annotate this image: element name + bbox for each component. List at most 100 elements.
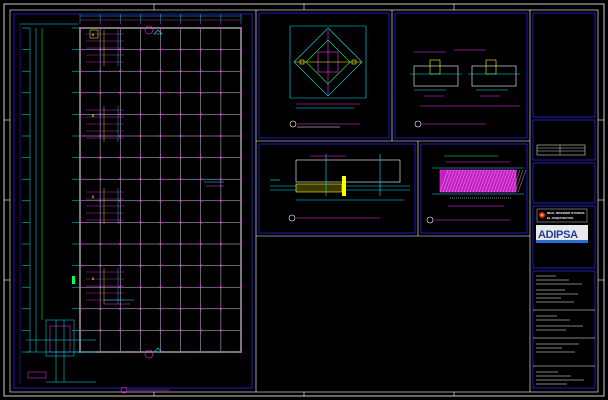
column-node (139, 27, 142, 29)
plan-mark-4: B (92, 277, 94, 281)
column-node (219, 264, 222, 267)
column-node (219, 351, 222, 353)
column-node (99, 243, 102, 245)
column-node (139, 221, 142, 224)
column-node (139, 264, 142, 267)
column-node (119, 243, 122, 245)
column-node (199, 221, 202, 224)
column-node (99, 48, 102, 51)
column-node (179, 264, 182, 267)
column-node (179, 221, 182, 224)
column-node (199, 27, 202, 29)
column-node (219, 70, 222, 73)
column-node (240, 27, 242, 29)
column-node (119, 113, 122, 116)
column-node (139, 156, 142, 159)
column-node (139, 243, 142, 245)
column-node (139, 178, 142, 181)
column-node (99, 351, 102, 353)
column-node (240, 329, 242, 332)
column-node (219, 307, 222, 310)
column-node (159, 27, 162, 29)
column-node (139, 286, 142, 289)
column-node (159, 178, 162, 181)
column-node (240, 48, 242, 51)
column-node (139, 48, 142, 51)
column-node (139, 91, 142, 94)
column-node (179, 91, 182, 94)
plan-mark-3: B (92, 195, 94, 199)
column-node (119, 70, 122, 73)
column-node (240, 264, 242, 267)
column-node (159, 113, 162, 116)
column-node (199, 199, 202, 202)
column-node (99, 113, 102, 116)
column-node (159, 135, 162, 137)
column-node (99, 286, 102, 289)
column-node (240, 91, 242, 94)
column-node (240, 307, 242, 310)
column-node (179, 329, 182, 332)
column-node (99, 70, 102, 73)
column-node (159, 221, 162, 224)
column-node (159, 329, 162, 332)
column-node (179, 199, 182, 202)
column-node (119, 351, 122, 353)
column-node (219, 199, 222, 202)
plan-mark-2: B (92, 114, 94, 118)
column-node (219, 178, 222, 181)
column-node (179, 307, 182, 310)
column-node (240, 135, 242, 137)
column-node (139, 113, 142, 116)
column-node (99, 199, 102, 202)
column-node (199, 135, 202, 137)
column-node (139, 329, 142, 332)
column-node (219, 221, 222, 224)
column-node (119, 91, 122, 94)
column-node (240, 156, 242, 159)
column-node (199, 48, 202, 51)
column-node (179, 156, 182, 159)
column-node (199, 156, 202, 159)
column-node (99, 264, 102, 267)
column-node (219, 156, 222, 159)
column-node (119, 156, 122, 159)
column-node (199, 351, 202, 353)
column-node (99, 135, 102, 137)
column-node (199, 264, 202, 267)
column-node (199, 70, 202, 73)
column-node (179, 286, 182, 289)
column-node (119, 48, 122, 51)
company-line-2: EL ARQUITECTOS (547, 216, 573, 220)
column-node (99, 27, 102, 29)
column-node (99, 307, 102, 310)
column-node (240, 243, 242, 245)
column-node (219, 329, 222, 332)
column-node (179, 243, 182, 245)
column-node (159, 307, 162, 310)
column-node (119, 307, 122, 310)
column-node (199, 113, 202, 116)
column-node (240, 351, 242, 353)
column-node (199, 307, 202, 310)
column-node (119, 199, 122, 202)
adipsa-logo: ADIPSA (536, 225, 588, 243)
column-node (119, 221, 122, 224)
column-node (240, 70, 242, 73)
column-node (119, 264, 122, 267)
column-node (139, 199, 142, 202)
column-node (219, 48, 222, 51)
column-node (240, 178, 242, 181)
column-node (139, 70, 142, 73)
column-node (159, 264, 162, 267)
column-node (199, 178, 202, 181)
column-node (159, 243, 162, 245)
column-node (219, 243, 222, 245)
column-node (179, 27, 182, 29)
column-node (199, 329, 202, 332)
column-node (119, 178, 122, 181)
cad-drawing-canvas: B B B B REAL INTERIOR STUDIOS EL ARQUITE… (0, 0, 608, 400)
column-node (179, 70, 182, 73)
column-node (219, 91, 222, 94)
column-node (179, 135, 182, 137)
